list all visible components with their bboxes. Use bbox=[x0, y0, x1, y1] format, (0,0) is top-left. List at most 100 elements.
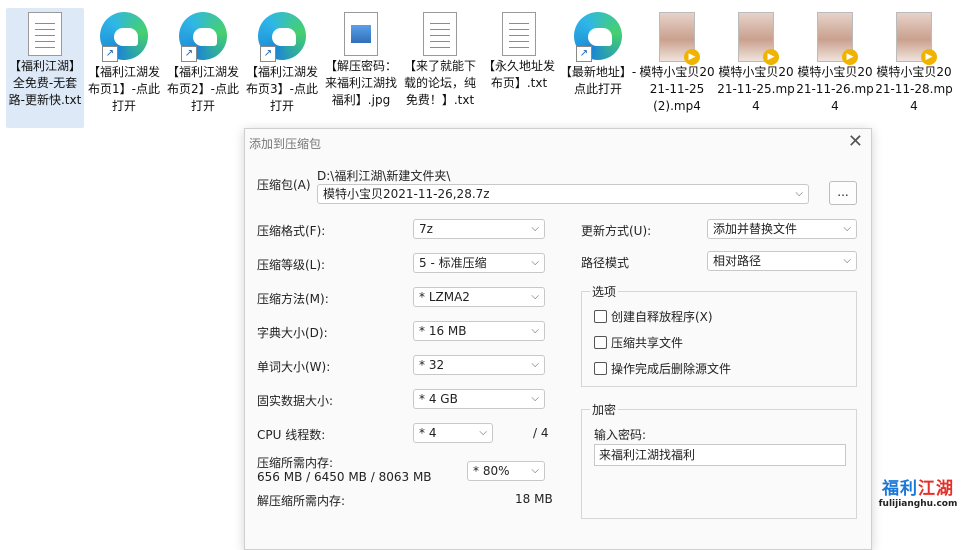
method-label: 压缩方法(M): bbox=[257, 292, 329, 306]
desktop-icon-jpg[interactable]: 【解压密码：来福利江湖找福利】.jpg bbox=[322, 8, 400, 109]
browse-button[interactable]: ... bbox=[829, 181, 857, 205]
desktop-icon-label: 【最新地址】-点此打开 bbox=[559, 65, 637, 96]
video-thumbnail-icon: ▶ bbox=[896, 12, 937, 65]
update-label: 更新方式(U): bbox=[581, 224, 652, 238]
shared-label: 压缩共享文件 bbox=[611, 336, 684, 350]
update-value: 添加并替换文件 bbox=[713, 222, 798, 236]
desktop-icon-label: 模特小宝贝2021-11-25.mp4 bbox=[717, 65, 795, 113]
video-thumbnail-icon: ▶ bbox=[738, 12, 779, 65]
word-value: * 32 bbox=[419, 358, 445, 372]
desktop-icon-edge[interactable]: ↗ 【最新地址】-点此打开 bbox=[559, 8, 637, 98]
dict-select[interactable]: * 16 MB ⌵ bbox=[413, 321, 545, 341]
level-label: 压缩等级(L): bbox=[257, 258, 326, 272]
mem-value: 656 MB / 6450 MB / 8063 MB bbox=[257, 470, 432, 484]
watermark-url: fulijianghu.com bbox=[878, 499, 958, 509]
chevron-down-icon: ⌵ bbox=[843, 255, 851, 266]
desktop-icon-label: 模特小宝贝2021-11-28.mp4 bbox=[875, 65, 953, 113]
decomp-label: 解压缩所需内存: bbox=[257, 494, 346, 508]
archive-path: D:\福利江湖\新建文件夹\ bbox=[317, 169, 451, 183]
archive-label: 压缩包(A) bbox=[257, 178, 311, 192]
desktop-icon-label: 【来了就能下载的论坛，纯免费！】.txt bbox=[403, 59, 476, 107]
play-icon: ▶ bbox=[921, 49, 937, 65]
mem-percent-select[interactable]: * 80% ⌵ bbox=[467, 461, 545, 481]
password-label: 输入密码: bbox=[594, 428, 647, 442]
archive-name-combo[interactable]: 模特小宝贝2021-11-26,28.7z ⌵ bbox=[317, 184, 809, 204]
desktop-icon-video[interactable]: ▶ 模特小宝贝2021-11-25 (2).mp4 bbox=[638, 8, 716, 115]
chevron-down-icon: ⌵ bbox=[531, 291, 539, 302]
delete-source-label: 操作完成后删除源文件 bbox=[611, 362, 732, 376]
format-label: 压缩格式(F): bbox=[257, 224, 326, 238]
desktop-icon-video[interactable]: ▶ 模特小宝贝2021-11-28.mp4 bbox=[875, 8, 953, 115]
shortcut-arrow-icon: ↗ bbox=[260, 46, 276, 62]
dict-label: 字典大小(D): bbox=[257, 326, 328, 340]
add-to-archive-dialog: 添加到压缩包 ✕ 压缩包(A) D:\福利江湖\新建文件夹\ 模特小宝贝2021… bbox=[244, 128, 872, 550]
cpu-label: CPU 线程数: bbox=[257, 428, 326, 442]
chevron-down-icon: ⌵ bbox=[531, 393, 539, 404]
desktop-icon-edge[interactable]: ↗ 【福利江湖发布页1】-点此打开 bbox=[85, 8, 163, 115]
solid-label: 固实数据大小: bbox=[257, 394, 334, 408]
pathmode-label: 路径模式 bbox=[581, 256, 630, 270]
pathmode-value: 相对路径 bbox=[713, 254, 762, 268]
chevron-down-icon: ⌵ bbox=[843, 223, 851, 234]
close-icon[interactable]: ✕ bbox=[848, 131, 863, 152]
desktop-icon-label: 模特小宝贝2021-11-25 (2).mp4 bbox=[639, 65, 715, 113]
solid-select[interactable]: * 4 GB ⌵ bbox=[413, 389, 545, 409]
checkbox-box[interactable] bbox=[594, 362, 607, 375]
desktop-icon-edge[interactable]: ↗ 【福利江湖发布页3】-点此打开 bbox=[243, 8, 321, 115]
desktop-icon-label: 【解压密码：来福利江湖找福利】.jpg bbox=[324, 59, 397, 107]
checkbox-box[interactable] bbox=[594, 336, 607, 349]
desktop-icon-edge[interactable]: ↗ 【福利江湖发布页2】-点此打开 bbox=[164, 8, 242, 115]
desktop-icon-txt[interactable]: 【永久地址发布页】.txt bbox=[480, 8, 558, 92]
shortcut-arrow-icon: ↗ bbox=[181, 46, 197, 62]
sfx-checkbox[interactable]: 创建自释放程序(X) bbox=[594, 308, 713, 325]
format-select[interactable]: 7z ⌵ bbox=[413, 219, 545, 239]
desktop-icon-label: 【福利江湖发布页1】-点此打开 bbox=[87, 65, 160, 113]
text-file-icon bbox=[502, 12, 536, 56]
cpu-total: / 4 bbox=[533, 426, 549, 440]
pathmode-select[interactable]: 相对路径 ⌵ bbox=[707, 251, 857, 271]
video-thumbnail-icon: ▶ bbox=[659, 12, 700, 65]
cpu-select[interactable]: * 4 ⌵ bbox=[413, 423, 493, 443]
text-file-icon bbox=[423, 12, 457, 56]
image-file-icon bbox=[344, 12, 378, 56]
word-select[interactable]: * 32 ⌵ bbox=[413, 355, 545, 375]
desktop-icon-label: 模特小宝贝2021-11-26.mp4 bbox=[796, 65, 874, 113]
desktop-icon-video[interactable]: ▶ 模特小宝贝2021-11-25.mp4 bbox=[717, 8, 795, 115]
archive-name-value: 模特小宝贝2021-11-26,28.7z bbox=[323, 187, 490, 201]
play-icon: ▶ bbox=[684, 49, 700, 65]
chevron-down-icon: ⌵ bbox=[479, 427, 487, 438]
options-title: 选项 bbox=[590, 283, 619, 300]
shortcut-arrow-icon: ↗ bbox=[102, 46, 118, 62]
desktop-icon-video[interactable]: ▶ 模特小宝贝2021-11-26.mp4 bbox=[796, 8, 874, 115]
sfx-label: 创建自释放程序(X) bbox=[611, 310, 713, 324]
watermark-logo: 福利江湖 bbox=[882, 479, 954, 499]
dict-value: * 16 MB bbox=[419, 324, 467, 338]
chevron-down-icon: ⌵ bbox=[795, 188, 803, 199]
play-icon: ▶ bbox=[763, 49, 779, 65]
video-thumbnail-icon: ▶ bbox=[817, 12, 858, 65]
method-value: * LZMA2 bbox=[419, 290, 470, 304]
desktop-icon-label: 【福利江湖发布页2】-点此打开 bbox=[166, 65, 239, 113]
format-value: 7z bbox=[419, 222, 433, 236]
mem-label: 压缩所需内存: bbox=[257, 456, 334, 470]
desktop-icon-label: 【永久地址发布页】.txt bbox=[482, 59, 555, 90]
checkbox-box[interactable] bbox=[594, 310, 607, 323]
solid-value: * 4 GB bbox=[419, 392, 458, 406]
method-select[interactable]: * LZMA2 ⌵ bbox=[413, 287, 545, 307]
dialog-title: 添加到压缩包 bbox=[249, 137, 322, 151]
password-input[interactable]: 来福利江湖找福利 bbox=[594, 444, 846, 466]
cpu-value: * 4 bbox=[419, 426, 437, 440]
desktop-icon-txt[interactable]: 【来了就能下载的论坛，纯免费！】.txt bbox=[401, 8, 479, 109]
update-select[interactable]: 添加并替换文件 ⌵ bbox=[707, 219, 857, 239]
text-file-icon bbox=[28, 12, 62, 56]
delete-source-checkbox[interactable]: 操作完成后删除源文件 bbox=[594, 360, 731, 377]
chevron-down-icon: ⌵ bbox=[531, 359, 539, 370]
encrypt-title: 加密 bbox=[590, 401, 619, 418]
desktop-icons: 【福利江湖】全免费-无套路-更新快.txt ↗ 【福利江湖发布页1】-点此打开 ↗ 【福… bbox=[0, 0, 972, 135]
level-select[interactable]: 5 - 标准压缩 ⌵ bbox=[413, 253, 545, 273]
decomp-value: 18 MB bbox=[515, 492, 553, 506]
shared-checkbox[interactable]: 压缩共享文件 bbox=[594, 334, 683, 351]
site-watermark: 福利江湖 fulijianghu.com bbox=[868, 474, 968, 522]
word-label: 单词大小(W): bbox=[257, 360, 331, 374]
desktop-icon-txt[interactable]: 【福利江湖】全免费-无套路-更新快.txt bbox=[6, 8, 84, 128]
